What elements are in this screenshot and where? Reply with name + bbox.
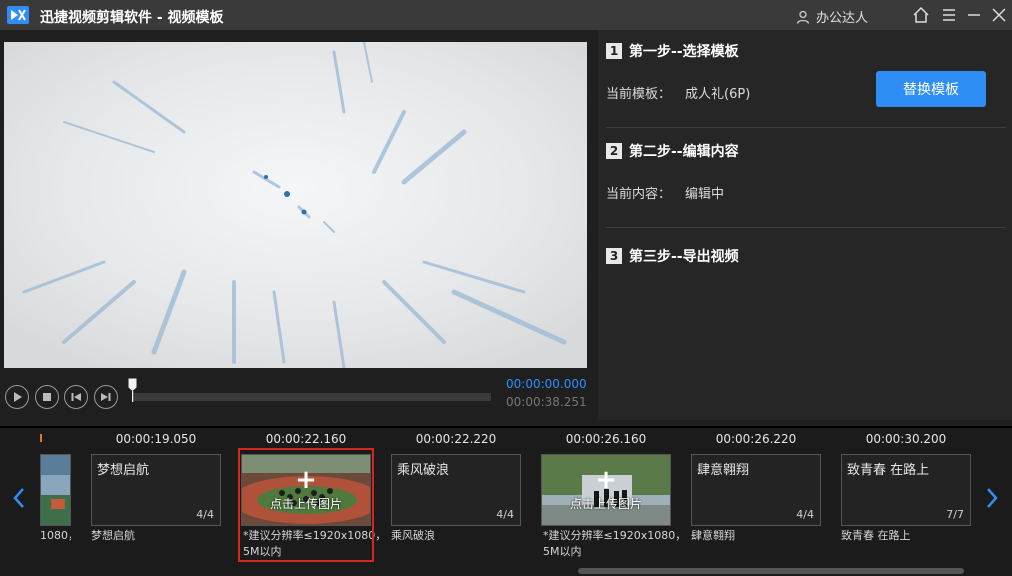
size-hint: 5M以内 [543,545,582,558]
preview-frame [4,42,587,368]
text-clip-card[interactable]: 致青春 在路上 7/7 [841,454,971,526]
current-content-value: 编辑中 [685,187,725,202]
clip-title: 梦想启航 [97,463,150,478]
clip-char-count: 7/7 [946,508,964,521]
current-content-row: 当前内容： 编辑中 [606,183,724,202]
current-template-label: 当前模板： [606,87,672,102]
prev-frame-button[interactable] [64,385,88,409]
step-divider [606,227,1006,228]
timeline-scrollbar[interactable] [578,568,964,574]
partial-clip-caption: 1080， [40,529,71,542]
clip-timestamp: 00:00:22.160 [265,432,347,446]
selected-clip-highlight [238,448,374,562]
user-account[interactable]: 办公达人 [796,7,868,26]
step-forward-icon [101,393,111,401]
total-time: 00:00:38.251 [506,395,587,409]
step-2-title: 第二步--编辑内容 [629,144,739,160]
title-bar: 迅捷视频剪辑软件 - 视频模板 办公达人 [0,0,1012,30]
partial-clip-thumbnail[interactable] [40,454,71,526]
clip-timestamp: 00:00:22.220 [415,432,497,446]
user-name: 办公达人 [816,11,869,26]
current-time: 00:00:00.000 [506,377,587,391]
replace-template-button[interactable]: 替换模板 [876,71,986,107]
clip-timestamp: 00:00:19.050 [115,432,197,446]
current-template-value: 成人礼(6P) [685,87,751,102]
timeline-marker [40,434,42,442]
clip-title: 乘风破浪 [397,463,450,478]
resolution-hint: *建议分辨率≤1920x1080， [543,529,687,542]
clip-char-count: 4/4 [796,508,814,521]
clip-caption: 乘风破浪 [391,529,435,542]
clip-char-count: 4/4 [496,508,514,521]
clip-caption: *建议分辨率≤1920x1080， 5M以内 [543,528,686,560]
clip-char-count: 4/4 [196,508,214,521]
plus-icon: + [595,464,617,495]
user-icon [796,10,810,24]
step-3-heading[interactable]: 3 第三步--导出视频 [606,246,739,266]
text-clip-card[interactable]: 梦想启航 4/4 [91,454,221,526]
playback-progress-bar[interactable] [132,393,491,401]
home-icon[interactable] [912,6,930,24]
step-1-number: 1 [606,43,622,59]
close-icon[interactable] [990,6,1008,24]
template-timeline: 1080， 00:00:19.050 梦想启航 4/4 梦想启航 00:00:2… [0,426,1012,576]
clip-caption: 梦想启航 [91,529,135,542]
minimize-icon[interactable] [965,6,983,24]
steps-panel: 1 第一步--选择模板 当前模板： 成人礼(6P) 替换模板 2 第二步--编辑内… [598,30,1012,420]
progress-handle[interactable] [128,378,137,402]
text-clip-card[interactable]: 乘风破浪 4/4 [391,454,521,526]
clip-title: 肆意翱翔 [697,463,750,478]
chevron-left-icon[interactable] [11,486,27,510]
step-divider [606,127,1006,128]
video-preview[interactable] [4,42,587,368]
step-1-title: 第一步--选择模板 [629,44,739,60]
current-template-row: 当前模板： 成人礼(6P) [606,83,750,102]
clip-timestamp: 00:00:26.220 [715,432,797,446]
next-frame-button[interactable] [94,385,118,409]
stop-button[interactable] [35,385,59,409]
step-3-number: 3 [606,248,622,264]
text-clip-card[interactable]: 肆意翱翔 4/4 [691,454,821,526]
photo-clip-card[interactable]: + 点击上传图片 [541,454,671,526]
chevron-right-icon[interactable] [984,486,1000,510]
play-icon [14,392,22,402]
clip-timestamp: 00:00:26.160 [565,432,647,446]
clip-caption: 肆意翱翔 [691,529,735,542]
step-3-title: 第三步--导出视频 [629,249,739,265]
step-2-number: 2 [606,143,622,159]
clip-caption: 致青春 在路上 [841,529,911,542]
stop-icon [43,393,51,401]
clip-title: 致青春 在路上 [847,463,930,478]
upload-image-overlay[interactable]: + 点击上传图片 [542,455,670,525]
step-back-icon [71,393,81,401]
window-title: 迅捷视频剪辑软件 - 视频模板 [40,10,224,26]
step-1-heading: 1 第一步--选择模板 [606,41,739,61]
menu-icon[interactable] [940,6,958,24]
step-2-heading: 2 第二步--编辑内容 [606,141,739,161]
current-content-label: 当前内容： [606,187,672,202]
app-logo-icon [7,6,29,24]
clip-timestamp: 00:00:30.200 [865,432,947,446]
play-button[interactable] [5,385,29,409]
upload-image-label: 点击上传图片 [569,496,642,511]
